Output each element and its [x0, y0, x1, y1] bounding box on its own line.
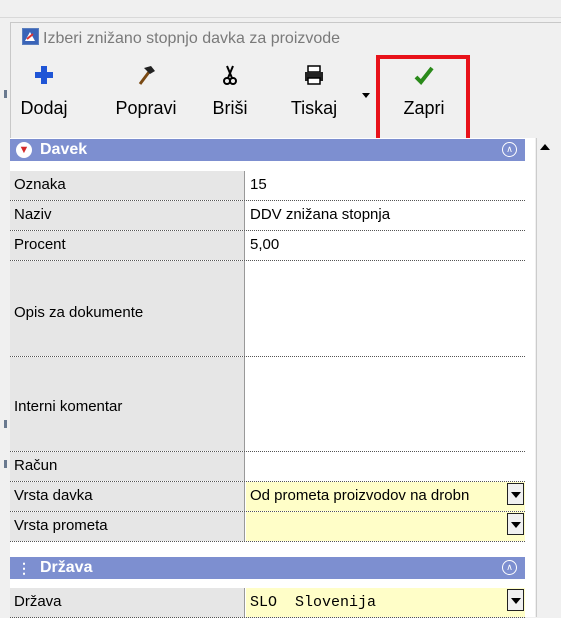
dropdown-button-icon[interactable] [507, 483, 524, 505]
drag-handle-icon: ⋮ [17, 560, 31, 576]
property-row[interactable]: Oznaka 15 [10, 171, 525, 201]
property-value: 15 [250, 176, 267, 193]
property-value: DDV znižana stopnja [250, 206, 391, 223]
add-button[interactable]: Dodaj [17, 54, 71, 134]
plus-icon [32, 64, 56, 88]
property-row[interactable]: Naziv DDV znižana stopnja [10, 201, 525, 231]
print-button[interactable]: Tiskaj [282, 54, 346, 134]
property-label: Interni komentar [14, 398, 123, 415]
add-button-label: Dodaj [20, 98, 68, 118]
background-edge-mark [4, 90, 7, 98]
scroll-up-icon[interactable] [537, 139, 552, 154]
property-label: Račun [14, 457, 58, 474]
hammer-icon [134, 64, 158, 88]
window-title: Izberi znižano stopnjo davka za proizvod… [43, 30, 341, 47]
expand-indicator-icon: ▼ [16, 142, 32, 158]
property-label: Naziv [14, 206, 52, 223]
delete-button[interactable]: Briši [205, 54, 255, 134]
property-label: Procent [14, 236, 66, 253]
print-dropdown-arrow-icon[interactable] [362, 93, 370, 98]
collapse-chevron-icon[interactable]: ∧ [502, 142, 517, 157]
printer-icon [302, 64, 326, 88]
dropdown-button-icon[interactable] [507, 589, 524, 611]
background-divider [0, 17, 561, 18]
category-header-drzava[interactable]: ⋮ Država ∧ [10, 557, 525, 579]
highlight-box [376, 55, 470, 142]
scissors-icon [218, 64, 242, 88]
property-label: Vrsta davka [14, 487, 93, 504]
category-label: Država [40, 559, 93, 576]
category-label: Davek [40, 141, 88, 158]
edit-button-label: Popravi [115, 98, 177, 118]
background-edge-mark [4, 420, 7, 428]
property-row[interactable]: Procent 5,00 [10, 231, 525, 261]
property-label: Oznaka [14, 176, 66, 193]
delete-button-label: Briši [212, 98, 248, 118]
property-row[interactable]: Vrsta davka Od prometa proizvodov na dro… [10, 482, 525, 512]
category-header-davek[interactable]: ▼ Davek ∧ [10, 139, 525, 161]
property-label: Država [14, 593, 62, 610]
property-row[interactable]: Opis za dokumente [10, 261, 525, 357]
property-label: Opis za dokumente [14, 304, 144, 321]
property-row[interactable]: Račun [10, 452, 525, 482]
edit-button[interactable]: Popravi [105, 54, 187, 134]
vertical-scrollbar[interactable] [536, 138, 554, 617]
property-value: SLO Slovenija [250, 594, 377, 611]
background-edge-mark [4, 460, 7, 468]
app-icon-graphic [23, 29, 38, 44]
property-row[interactable]: Interni komentar [10, 357, 525, 452]
print-button-label: Tiskaj [290, 98, 338, 118]
collapse-chevron-icon[interactable]: ∧ [502, 560, 517, 575]
app-icon [22, 28, 39, 45]
property-value: 5,00 [250, 236, 280, 253]
property-row[interactable]: Država SLO Slovenija [10, 588, 525, 618]
property-value: Od prometa proizvodov na drobn [250, 487, 470, 504]
property-label: Vrsta prometa [14, 517, 108, 534]
dropdown-button-icon[interactable] [507, 513, 524, 535]
property-row[interactable]: Vrsta prometa [10, 512, 525, 542]
